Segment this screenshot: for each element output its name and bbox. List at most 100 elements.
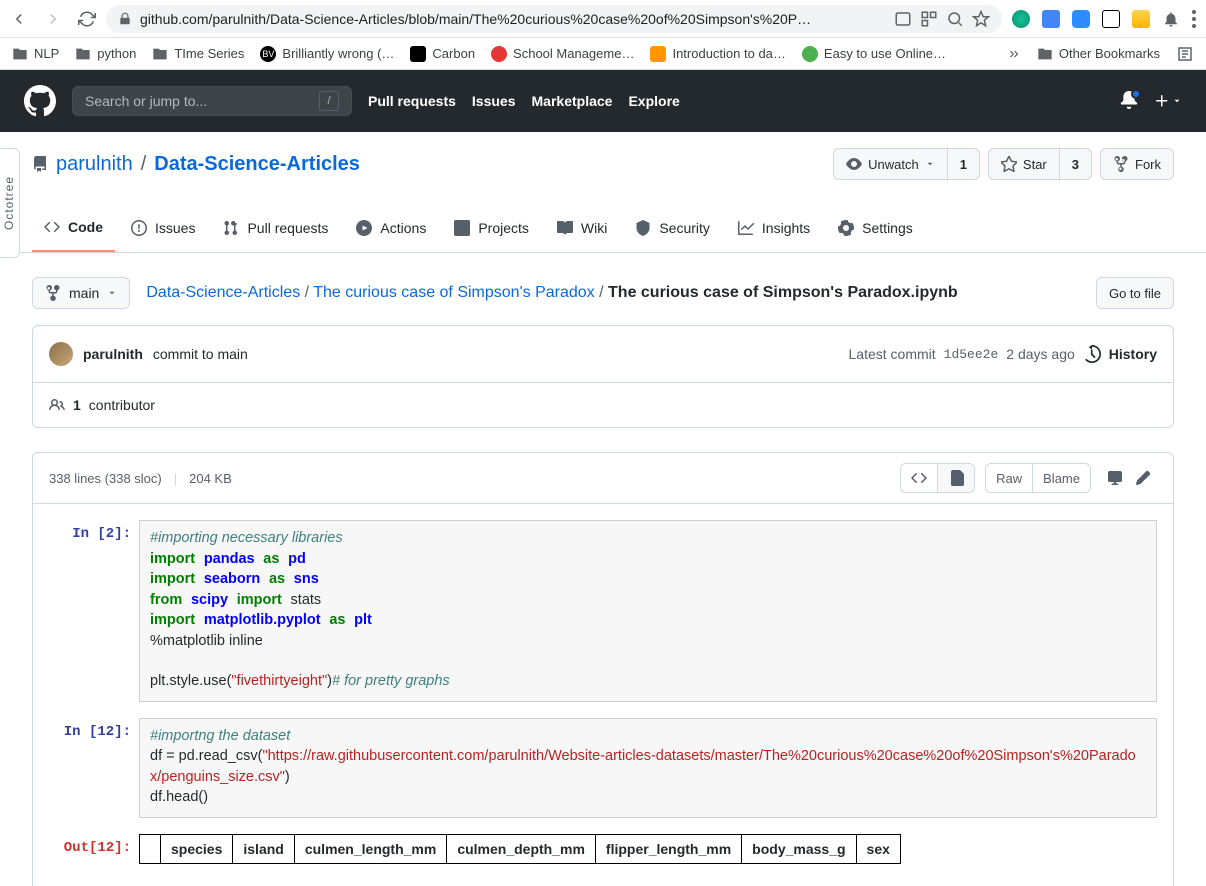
zoom-icon[interactable] [946,10,964,28]
branch-select[interactable]: main [32,277,130,309]
repo-owner-link[interactable]: parulnith [56,153,133,176]
fork-icon [1113,156,1129,172]
table-header: body_mass_g [742,834,856,863]
qr-icon[interactable] [920,10,938,28]
star-button[interactable]: Star [988,148,1060,180]
nav-marketplace[interactable]: Marketplace [532,93,613,109]
unwatch-button[interactable]: Unwatch [833,148,948,180]
search-input[interactable]: Search or jump to... / [72,86,352,116]
book-icon [557,220,573,236]
prompt-in: In [12]: [49,718,131,818]
ext-notion-icon[interactable] [1102,10,1120,28]
raw-button[interactable]: Raw [986,464,1033,492]
github-logo-icon[interactable] [24,85,56,117]
line-count: 338 lines (338 sloc) [49,471,162,486]
bookmark-item[interactable]: Introduction to da… [650,46,785,62]
bookmark-item[interactable]: Carbon [410,46,475,62]
file-size: 204 KB [189,471,232,486]
chrome-menu-icon[interactable] [1192,10,1196,28]
commit-when[interactable]: 2 days ago [1006,346,1075,362]
ext-zoom-icon[interactable] [1072,10,1090,28]
history-icon[interactable] [1083,345,1101,363]
tab-security[interactable]: Security [623,204,722,252]
folder-icon [75,46,91,62]
tab-wiki[interactable]: Wiki [545,204,619,252]
bookmark-item[interactable]: python [75,46,136,62]
go-to-file-button[interactable]: Go to file [1096,277,1174,309]
table-header: species [161,834,233,863]
play-icon [356,220,372,236]
notification-dot-icon [1131,89,1141,99]
browser-extensions [1012,10,1196,28]
site-icon [410,46,426,62]
source-view-button[interactable] [901,464,938,492]
repo-icon [32,156,48,172]
back-icon[interactable] [10,10,28,28]
tab-settings[interactable]: Settings [826,204,925,252]
ext-star-icon[interactable] [1132,10,1150,28]
repo-tabs: Code Issues Pull requests Actions Projec… [0,204,1206,253]
tab-insights[interactable]: Insights [726,204,822,252]
fork-button[interactable]: Fork [1100,148,1174,180]
chevron-icon[interactable] [1007,47,1021,61]
browser-toolbar: github.com/parulnith/Data-Science-Articl… [0,0,1206,38]
breadcrumb: Data-Science-Articles / The curious case… [146,284,957,302]
ext-grammarly-icon[interactable] [1012,10,1030,28]
tab-actions[interactable]: Actions [344,204,438,252]
file-info-bar: 338 lines (338 sloc) | 204 KB Raw Blame [32,452,1174,504]
commit-message[interactable]: commit to main [153,346,248,362]
table-header: culmen_length_mm [294,834,446,863]
blame-button[interactable]: Blame [1033,464,1090,492]
site-icon [650,46,666,62]
star-icon[interactable] [972,10,990,28]
crumb-folder[interactable]: The curious case of Simpson's Paradox [313,284,594,301]
repo-name-link[interactable]: Data-Science-Articles [154,153,360,176]
reload-icon[interactable] [78,10,96,28]
history-label[interactable]: History [1109,346,1157,362]
other-bookmarks[interactable]: Other Bookmarks [1037,46,1160,62]
nav-issues[interactable]: Issues [472,93,516,109]
pencil-icon[interactable] [1135,470,1151,486]
octotree-toggle[interactable]: Octotree [0,148,20,258]
crumb-repo[interactable]: Data-Science-Articles [146,284,300,301]
url-text: github.com/parulnith/Data-Science-Articl… [140,11,886,27]
pull-icon [223,220,239,236]
create-dropdown[interactable] [1154,93,1182,109]
ext-translate-icon[interactable] [1042,10,1060,28]
tab-issues[interactable]: Issues [119,204,207,252]
bookmark-item[interactable]: BVBrilliantly wrong (… [260,46,394,62]
output-table: species island culmen_length_mm culmen_d… [139,834,901,864]
table-header: culmen_depth_mm [447,834,596,863]
tab-code[interactable]: Code [32,204,115,252]
tab-projects[interactable]: Projects [442,204,541,252]
bookmark-item[interactable]: School Manageme… [491,46,634,62]
contributors-label: contributor [89,397,155,413]
watch-count[interactable]: 1 [948,148,980,180]
code-icon [44,219,60,235]
chrome-notifications-icon[interactable] [1162,10,1180,28]
nav-explore[interactable]: Explore [628,93,679,109]
table-header: sex [856,834,900,863]
notifications-button[interactable] [1120,91,1138,112]
url-bar[interactable]: github.com/parulnith/Data-Science-Articl… [106,5,1002,33]
forward-icon[interactable] [44,10,62,28]
latest-commit-label: Latest commit [849,346,936,362]
commit-sha[interactable]: 1d5ee2e [944,347,999,362]
star-count[interactable]: 3 [1060,148,1092,180]
nav-pulls[interactable]: Pull requests [368,93,456,109]
commit-author[interactable]: parulnith [83,346,143,362]
issue-icon [131,220,147,236]
bookmark-item[interactable]: Easy to use Online… [802,46,946,62]
reader-icon[interactable] [894,10,912,28]
site-icon [802,46,818,62]
bookmark-item[interactable]: NLP [12,46,59,62]
desktop-icon[interactable] [1107,470,1123,486]
rendered-view-button[interactable] [938,464,974,492]
repo-header: parulnith / Data-Science-Articles Unwatc… [0,132,1206,180]
reading-list-icon[interactable] [1176,45,1194,63]
browser-nav [10,10,96,28]
tab-pulls[interactable]: Pull requests [211,204,340,252]
avatar[interactable] [49,342,73,366]
bookmark-item[interactable]: TIme Series [152,46,244,62]
view-mode-group [900,463,975,493]
